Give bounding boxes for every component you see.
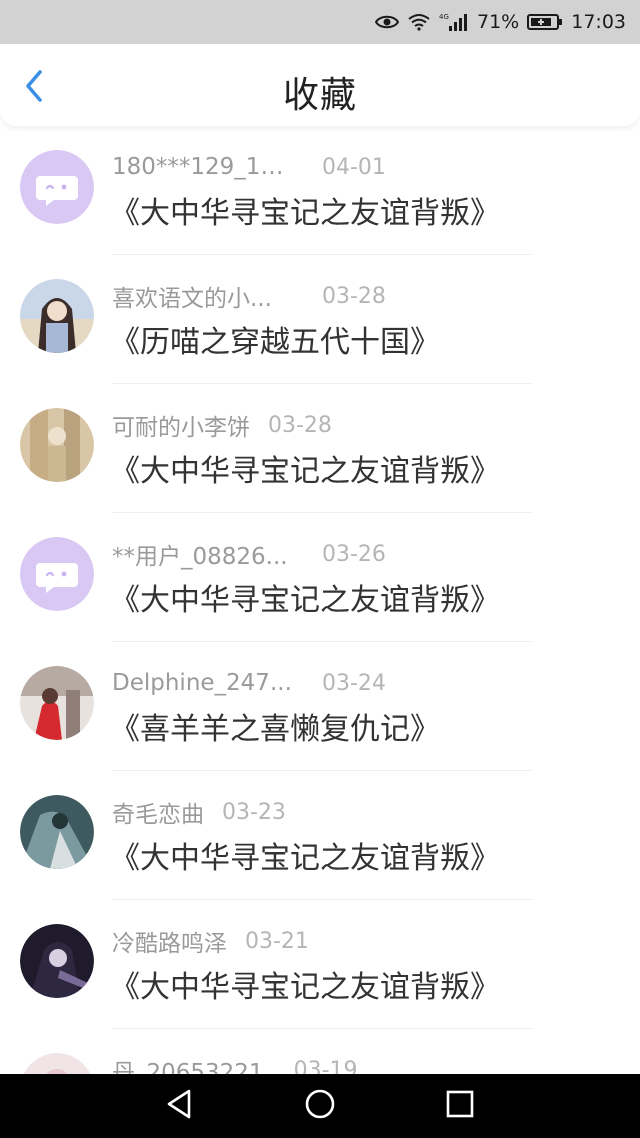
story-title: 《大中华寻宝记之友谊背叛》 <box>110 196 500 231</box>
date: 03-19 <box>293 1057 358 1075</box>
default-chat-avatar-icon <box>20 537 94 611</box>
username: 奇毛恋曲 <box>112 802 204 828</box>
list-item[interactable]: 可耐的小李饼 03-28 《大中华寻宝记之友谊背叛》 <box>0 384 640 513</box>
username: 丹_20653221 <box>112 1060 264 1074</box>
avatar <box>20 279 94 353</box>
date: 03-26 <box>322 541 386 567</box>
photo-avatar-icon <box>20 408 94 482</box>
list-item[interactable]: Delphine_247... 03-24 《喜羊羊之喜懒复仇记》 <box>0 642 640 771</box>
default-chat-avatar-icon <box>20 150 94 224</box>
date: 03-28 <box>322 283 386 309</box>
list-item[interactable]: 喜欢语文的小... 03-28 《历喵之穿越五代十国》 <box>0 255 640 384</box>
username: 冷酷路鸣泽 <box>112 931 227 957</box>
avatar <box>20 537 94 611</box>
date: 03-28 <box>268 412 332 438</box>
status-time: 17:03 <box>571 11 626 33</box>
list-item[interactable]: 奇毛恋曲 03-23 《大中华寻宝记之友谊背叛》 <box>0 771 640 900</box>
battery-percent: 71% <box>477 11 520 33</box>
avatar <box>20 666 94 740</box>
list-item[interactable]: **用户_08826... 03-26 《大中华寻宝记之友谊背叛》 <box>0 513 640 642</box>
story-title: 《历喵之穿越五代十国》 <box>110 325 440 360</box>
avatar <box>20 924 94 998</box>
story-title: 《大中华寻宝记之友谊背叛》 <box>110 841 500 876</box>
photo-avatar-icon <box>20 795 94 869</box>
favorites-list[interactable]: 180***129_19... 04-01 《大中华寻宝记之友谊背叛》 喜欢语文… <box>0 126 640 1074</box>
date: 03-23 <box>222 799 286 825</box>
photo-avatar-icon <box>20 924 94 998</box>
square-recent-icon <box>445 1089 475 1123</box>
avatar <box>20 795 94 869</box>
triangle-back-icon <box>165 1088 195 1124</box>
navigation-bar <box>0 1074 640 1138</box>
signal-icon: 4G <box>439 12 469 32</box>
status-bar: 4G 71% 17:03 <box>0 0 640 44</box>
list-item[interactable]: 丹_20653221 03-19 <box>0 1029 640 1074</box>
story-title: 《喜羊羊之喜懒复仇记》 <box>110 712 440 747</box>
story-title: 《大中华寻宝记之友谊背叛》 <box>110 454 500 489</box>
story-title: 《大中华寻宝记之友谊背叛》 <box>110 970 500 1005</box>
avatar <box>20 150 94 224</box>
svg-text:4G: 4G <box>439 13 449 21</box>
date: 03-24 <box>322 670 386 696</box>
nav-back-button[interactable] <box>156 1082 204 1130</box>
photo-avatar-icon <box>20 666 94 740</box>
photo-avatar-icon <box>20 279 94 353</box>
story-title: 《大中华寻宝记之友谊背叛》 <box>110 583 500 618</box>
list-item[interactable]: 冷酷路鸣泽 03-21 《大中华寻宝记之友谊背叛》 <box>0 900 640 1029</box>
date: 03-21 <box>245 928 309 954</box>
nav-home-button[interactable] <box>296 1082 344 1130</box>
battery-icon <box>527 13 563 31</box>
username: **用户_08826... <box>112 544 288 570</box>
wifi-icon <box>407 13 431 31</box>
username: 180***129_19... <box>112 154 292 180</box>
header: 收藏 <box>0 44 640 126</box>
photo-avatar-icon <box>20 1053 94 1074</box>
avatar <box>20 408 94 482</box>
username: Delphine_247... <box>112 670 292 696</box>
page-title: 收藏 <box>282 75 357 116</box>
eye-icon <box>375 14 399 30</box>
nav-recent-button[interactable] <box>436 1082 484 1130</box>
username: 可耐的小李饼 <box>112 415 250 441</box>
list-item[interactable]: 180***129_19... 04-01 《大中华寻宝记之友谊背叛》 <box>0 126 640 255</box>
username: 喜欢语文的小... <box>112 286 272 312</box>
avatar <box>20 1053 94 1074</box>
date: 04-01 <box>322 154 386 180</box>
circle-home-icon <box>304 1088 336 1124</box>
